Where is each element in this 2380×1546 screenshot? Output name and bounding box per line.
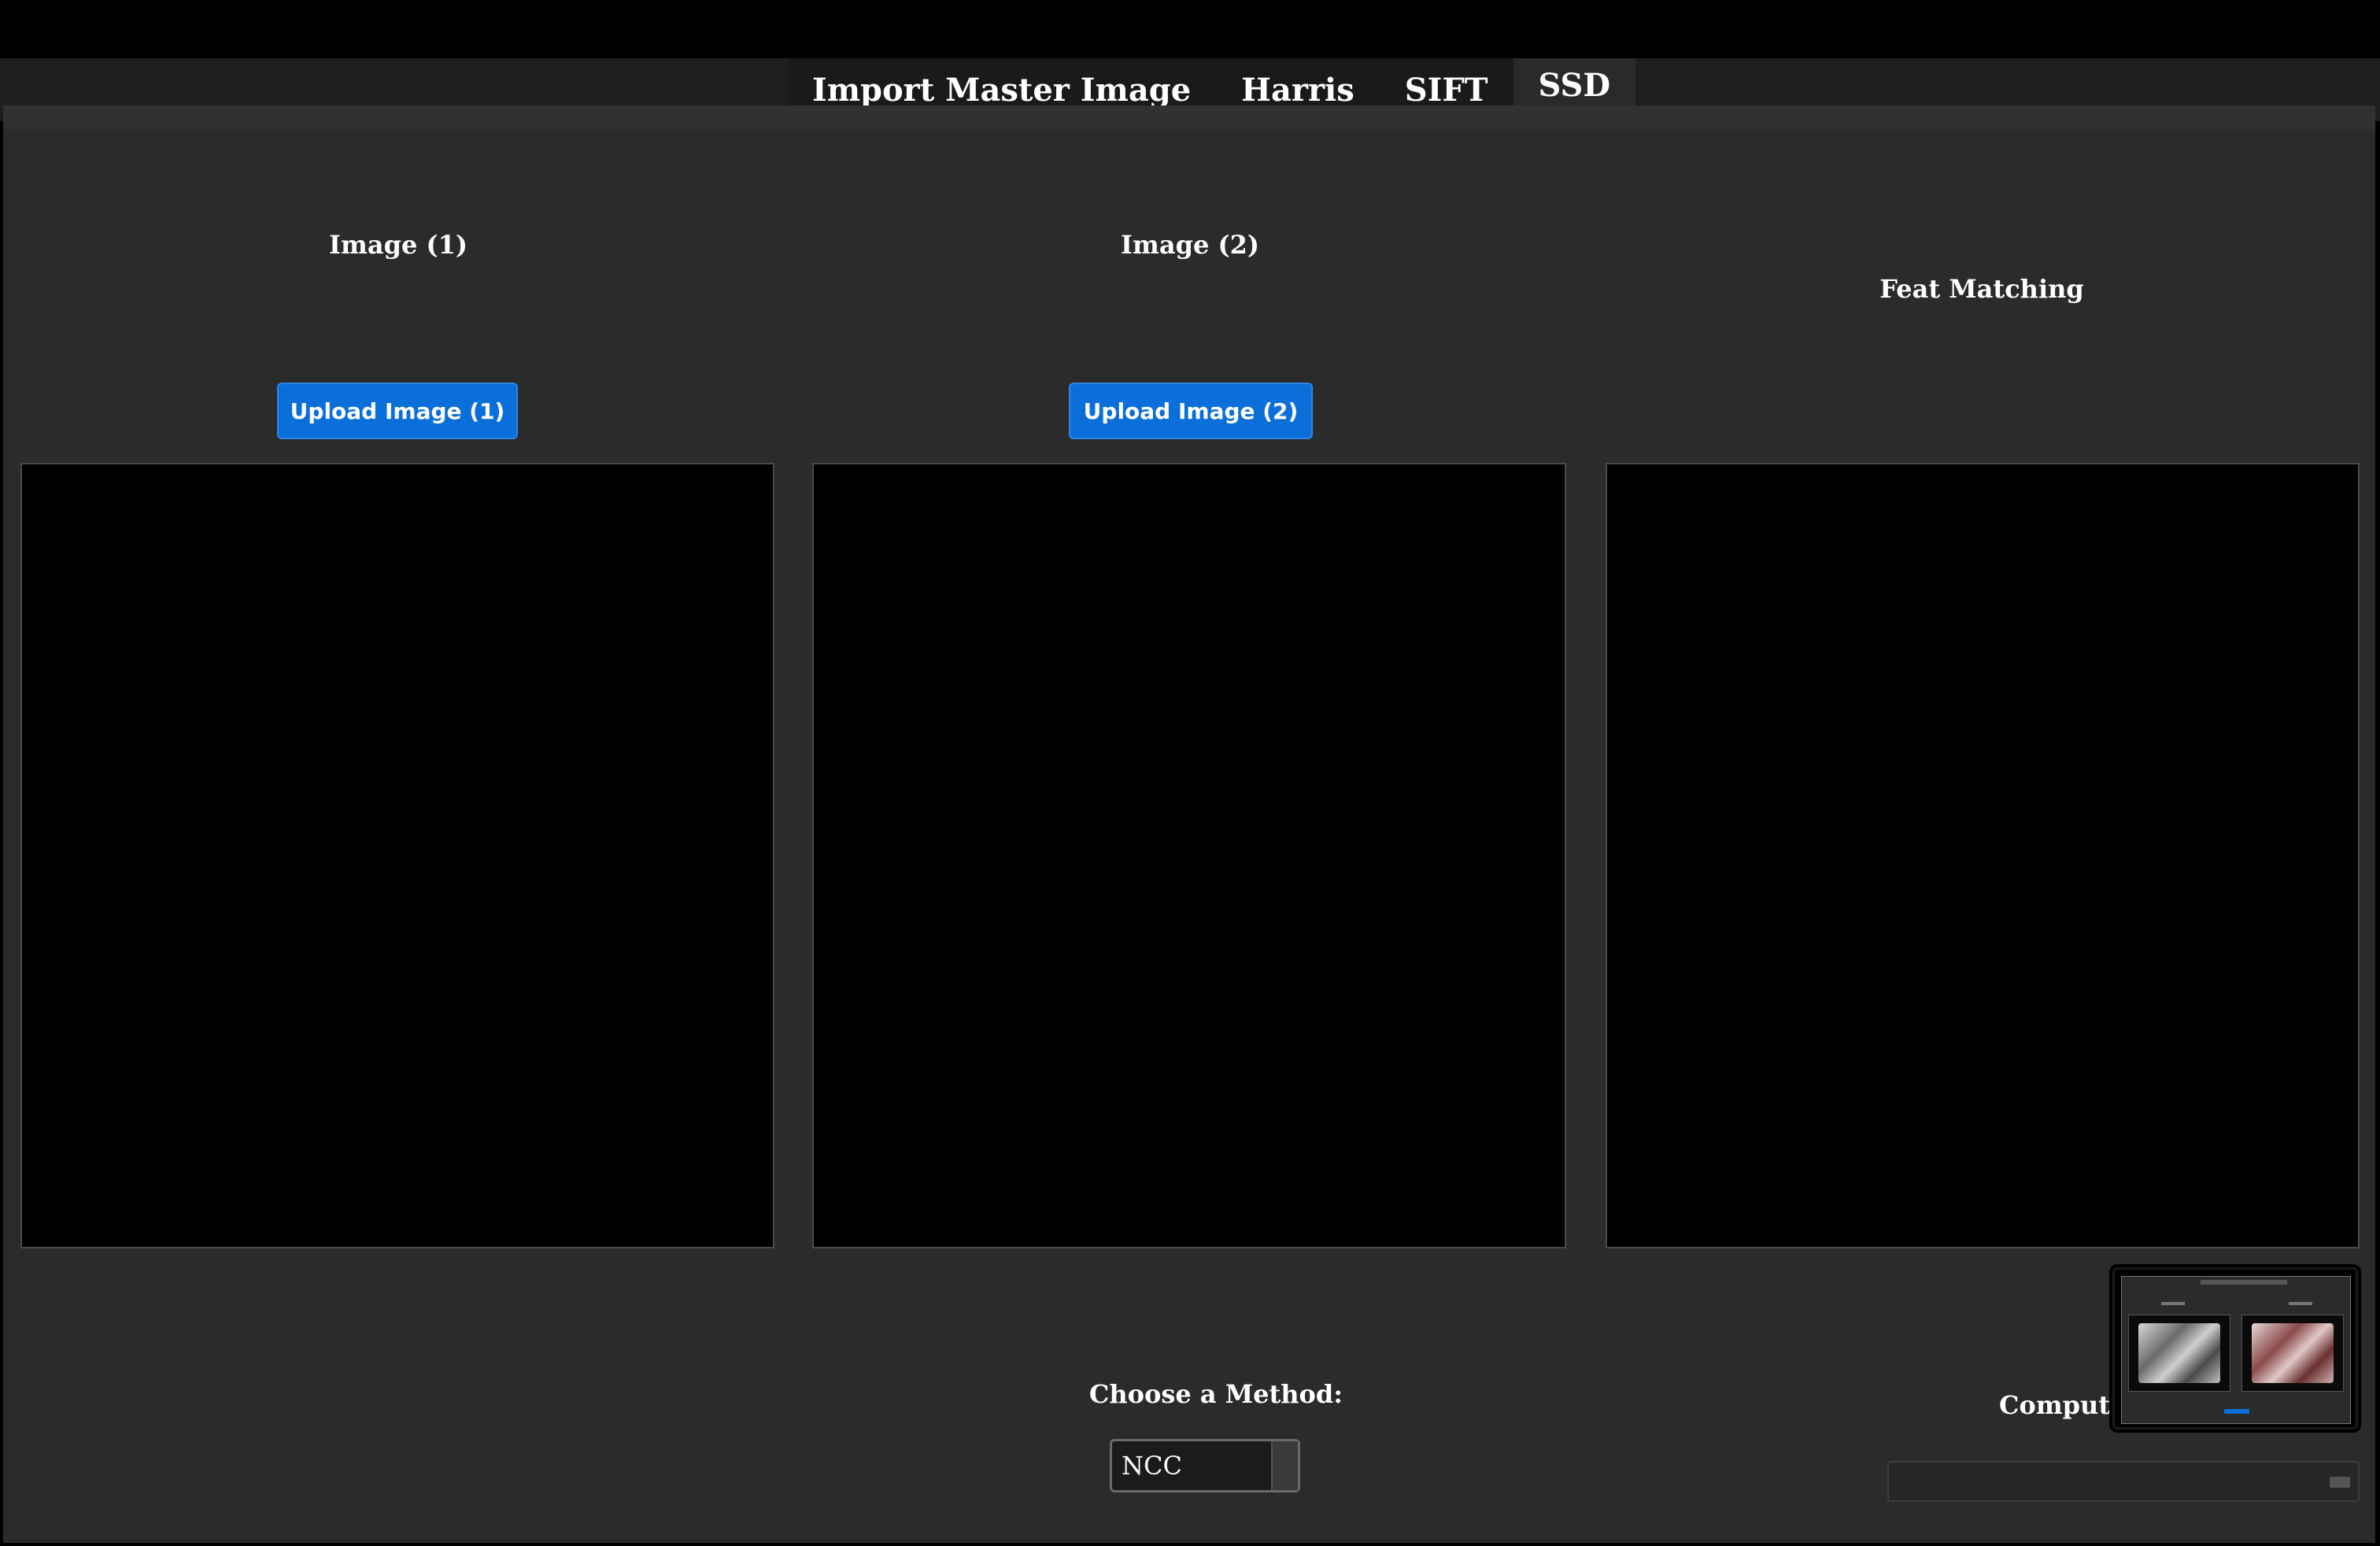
computation-time-label: Comput (1999, 1390, 2111, 1420)
app-window: Import Master Image Harris SIFT SSD Imag… (0, 0, 2380, 1546)
screenshot-thumbnail[interactable] (2112, 1267, 2358, 1429)
select-arrow-icon (1271, 1441, 1298, 1490)
thumbnail-label-2 (2289, 1302, 2312, 1305)
choose-method-label: Choose a Method: (1088, 1379, 1343, 1409)
computation-time-field (1887, 1461, 2360, 1502)
upload-image1-button[interactable]: Upload Image (1) (277, 383, 518, 439)
image1-display (20, 463, 774, 1248)
thumbnail-preview (2121, 1276, 2351, 1424)
field-handle-icon (2330, 1477, 2350, 1488)
method-select[interactable]: NCC (1110, 1439, 1300, 1492)
thumbnail-button (2224, 1409, 2249, 1414)
image2-title: Image (2) (1121, 230, 1259, 260)
image1-title: Image (1) (329, 230, 468, 260)
thumbnail-picture-1 (2138, 1323, 2220, 1383)
feat-matching-title: Feat Matching (1879, 274, 2084, 304)
thumbnail-image-2 (2241, 1315, 2344, 1392)
thumbnail-image-1 (2128, 1315, 2230, 1392)
image2-display (812, 463, 1566, 1248)
thumbnail-tabs (2201, 1280, 2287, 1285)
upload-image2-button[interactable]: Upload Image (2) (1069, 383, 1313, 439)
thumbnail-label-1 (2161, 1302, 2185, 1305)
method-select-value: NCC (1122, 1451, 1182, 1481)
feat-matching-display (1606, 463, 2360, 1248)
thumbnail-picture-2 (2252, 1323, 2334, 1383)
